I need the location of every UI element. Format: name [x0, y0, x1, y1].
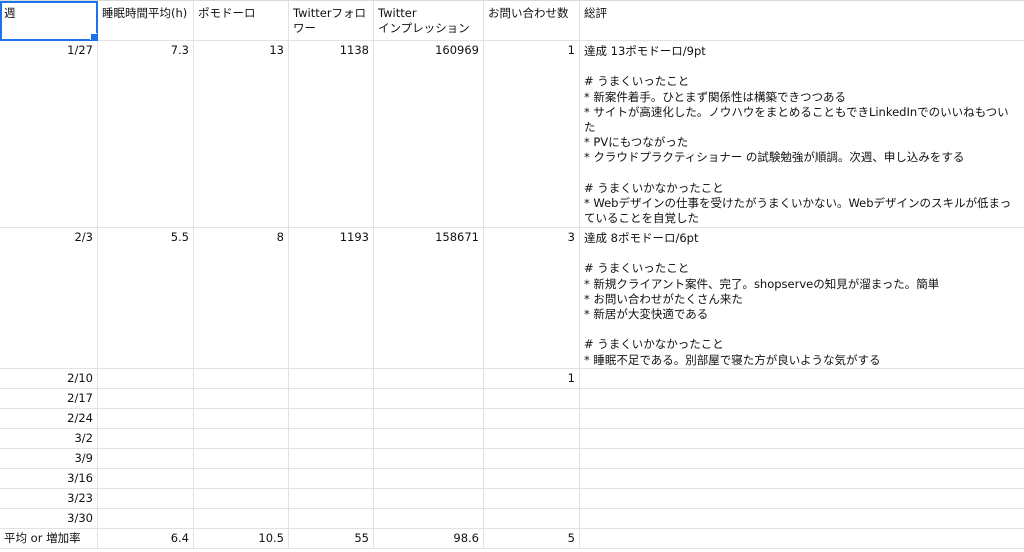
cell-note[interactable]: 達成 13ポモドーロ/9pt # うまくいったこと * 新案件着手。ひとまず関係… — [580, 41, 1024, 228]
summary-label-cell[interactable]: 平均 or 増加率 — [0, 529, 98, 549]
cell-inquiries[interactable] — [484, 429, 580, 449]
spreadsheet-grid: 週 睡眠時間平均(h) ポモドーロ Twitterフォロワー Twitter イ… — [0, 0, 1024, 552]
cell-pomodoro[interactable] — [194, 469, 289, 489]
cell-week[interactable]: 1/27 — [0, 41, 98, 228]
summary-impressions[interactable]: 98.6 — [374, 529, 484, 549]
cell-inquiries[interactable] — [484, 389, 580, 409]
cell-sleep[interactable] — [98, 409, 194, 429]
cell-inquiries[interactable] — [484, 469, 580, 489]
cell-pomodoro[interactable] — [194, 409, 289, 429]
cell-sleep[interactable] — [98, 509, 194, 529]
cell-inquiries[interactable] — [484, 409, 580, 429]
cell-impressions[interactable] — [374, 389, 484, 409]
cell-week[interactable]: 2/17 — [0, 389, 98, 409]
cell-impressions[interactable] — [374, 369, 484, 389]
cell-note[interactable] — [580, 469, 1024, 489]
cell-followers[interactable]: 1138 — [289, 41, 374, 228]
cell-week[interactable]: 3/30 — [0, 509, 98, 529]
cell-week[interactable]: 3/2 — [0, 429, 98, 449]
summary-note[interactable] — [580, 529, 1024, 549]
cell-impressions[interactable] — [374, 429, 484, 449]
summary-sleep[interactable]: 6.4 — [98, 529, 194, 549]
cell-pomodoro[interactable] — [194, 509, 289, 529]
cell-note[interactable] — [580, 449, 1024, 469]
cell-inquiries[interactable] — [484, 489, 580, 509]
cell-note[interactable] — [580, 389, 1024, 409]
cell-note[interactable]: 達成 8ポモドーロ/6pt # うまくいったこと * 新規クライアント案件、完了… — [580, 228, 1024, 369]
cell-week[interactable]: 3/23 — [0, 489, 98, 509]
header-cell-week[interactable]: 週 — [0, 1, 98, 41]
cell-pomodoro[interactable] — [194, 449, 289, 469]
cell-sleep[interactable]: 5.5 — [98, 228, 194, 369]
cell-sleep[interactable] — [98, 389, 194, 409]
cell-followers[interactable] — [289, 489, 374, 509]
cell-impressions[interactable] — [374, 469, 484, 489]
cell-note[interactable] — [580, 509, 1024, 529]
cell-note[interactable] — [580, 489, 1024, 509]
fill-handle[interactable] — [90, 33, 97, 40]
cell-followers[interactable] — [289, 509, 374, 529]
cell-sleep[interactable]: 7.3 — [98, 41, 194, 228]
cell-impressions[interactable] — [374, 509, 484, 529]
header-cell-note[interactable]: 総評 — [580, 1, 1024, 41]
cell-followers[interactable] — [289, 389, 374, 409]
cell-inquiries[interactable] — [484, 509, 580, 529]
summary-pomodoro[interactable]: 10.5 — [194, 529, 289, 549]
summary-followers[interactable]: 55 — [289, 529, 374, 549]
header-cell-inquiries[interactable]: お問い合わせ数 — [484, 1, 580, 41]
summary-inquiries[interactable]: 5 — [484, 529, 580, 549]
cell-followers[interactable] — [289, 449, 374, 469]
cell-impressions[interactable]: 158671 — [374, 228, 484, 369]
cell-week[interactable]: 3/16 — [0, 469, 98, 489]
cell-pomodoro[interactable] — [194, 489, 289, 509]
cell-impressions[interactable] — [374, 409, 484, 429]
cell-pomodoro[interactable] — [194, 389, 289, 409]
cell-followers[interactable]: 1193 — [289, 228, 374, 369]
cell-week[interactable]: 2/24 — [0, 409, 98, 429]
cell-note[interactable] — [580, 429, 1024, 449]
cell-followers[interactable] — [289, 409, 374, 429]
header-cell-impressions[interactable]: Twitter インプレッション — [374, 1, 484, 41]
header-cell-pomodoro[interactable]: ポモドーロ — [194, 1, 289, 41]
header-label: 週 — [4, 6, 16, 20]
cell-impressions[interactable] — [374, 449, 484, 469]
cell-sleep[interactable] — [98, 449, 194, 469]
cell-sleep[interactable] — [98, 369, 194, 389]
header-cell-sleep[interactable]: 睡眠時間平均(h) — [98, 1, 194, 41]
cell-inquiries[interactable]: 1 — [484, 369, 580, 389]
cell-note[interactable] — [580, 369, 1024, 389]
header-cell-followers[interactable]: Twitterフォロワー — [289, 1, 374, 41]
cell-pomodoro[interactable] — [194, 429, 289, 449]
cell-pomodoro[interactable]: 13 — [194, 41, 289, 228]
cell-week[interactable]: 2/3 — [0, 228, 98, 369]
cell-followers[interactable] — [289, 429, 374, 449]
cell-followers[interactable] — [289, 369, 374, 389]
cell-followers[interactable] — [289, 469, 374, 489]
cell-inquiries[interactable] — [484, 449, 580, 469]
cell-inquiries[interactable]: 1 — [484, 41, 580, 228]
cell-sleep[interactable] — [98, 429, 194, 449]
cell-pomodoro[interactable]: 8 — [194, 228, 289, 369]
cell-impressions[interactable]: 160969 — [374, 41, 484, 228]
cell-inquiries[interactable]: 3 — [484, 228, 580, 369]
cell-week[interactable]: 3/9 — [0, 449, 98, 469]
cell-sleep[interactable] — [98, 469, 194, 489]
cell-note[interactable] — [580, 409, 1024, 429]
cell-impressions[interactable] — [374, 489, 484, 509]
cell-pomodoro[interactable] — [194, 369, 289, 389]
cell-sleep[interactable] — [98, 489, 194, 509]
cell-week[interactable]: 2/10 — [0, 369, 98, 389]
